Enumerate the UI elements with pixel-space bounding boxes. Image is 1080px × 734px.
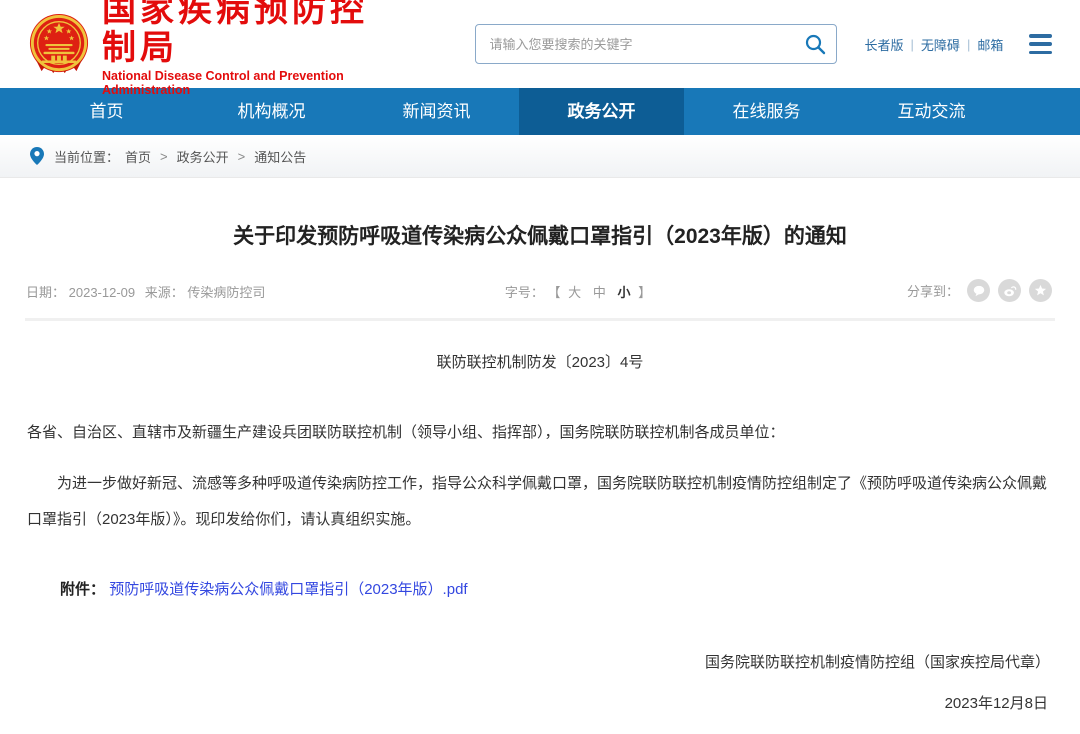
share-label: 分享到： bbox=[907, 281, 959, 300]
site-title: 国家疾病预防控制局 bbox=[102, 0, 391, 67]
body-paragraph: 为进一步做好新冠、流感等多种呼吸道传染病防控工作，指导公众科学佩戴口罩，国务院联… bbox=[0, 466, 1080, 538]
nav-item-gov-disclosure[interactable]: 政务公开 bbox=[519, 88, 684, 135]
date-label: 日期： bbox=[26, 285, 65, 300]
location-pin-icon bbox=[30, 147, 44, 165]
header-quick-links: 长者版 | 无障碍 | 邮箱 bbox=[865, 35, 1004, 54]
font-size-medium[interactable]: 中 bbox=[593, 285, 606, 300]
nav-item-news[interactable]: 新闻资讯 bbox=[354, 88, 519, 135]
weibo-icon bbox=[1003, 284, 1017, 298]
article-content: 关于印发预防呼吸道传染病公众佩戴口罩指引（2023年版）的通知 日期： 2023… bbox=[0, 178, 1080, 734]
search-bar bbox=[475, 24, 837, 64]
site-brand: 国家疾病预防控制局 National Disease Control and P… bbox=[28, 0, 391, 97]
star-icon bbox=[1034, 284, 1047, 297]
breadcrumb-home[interactable]: 首页 bbox=[125, 147, 151, 166]
signature-date: 2023年12月8日 bbox=[0, 692, 1080, 713]
menu-hamburger-icon[interactable] bbox=[1029, 34, 1052, 54]
font-size-label: 字号： bbox=[505, 285, 544, 300]
wechat-icon bbox=[972, 284, 986, 298]
source-label: 来源： bbox=[145, 285, 184, 300]
accessibility-link[interactable]: 无障碍 bbox=[921, 35, 960, 54]
breadcrumb-prefix: 当前位置： bbox=[54, 147, 119, 166]
salutation-paragraph: 各省、自治区、直辖市及新疆生产建设兵团联防联控机制（领导小组、指挥部），国务院联… bbox=[0, 416, 1080, 450]
breadcrumb-separator: > bbox=[238, 149, 246, 164]
attachment-label: 附件： bbox=[60, 581, 105, 598]
date-value: 2023-12-09 bbox=[69, 285, 136, 300]
search-button[interactable] bbox=[801, 31, 829, 59]
bracket-open: 【 bbox=[548, 285, 561, 300]
source-value: 传染病防控司 bbox=[187, 285, 265, 300]
share-weibo-button[interactable] bbox=[998, 279, 1021, 302]
attachment-pdf-link[interactable]: 预防呼吸道传染病公众佩戴口罩指引（2023年版）.pdf bbox=[109, 581, 467, 598]
meta-divider bbox=[25, 318, 1055, 321]
main-nav: 首页 机构概况 新闻资讯 政务公开 在线服务 互动交流 bbox=[0, 88, 1080, 135]
search-icon bbox=[803, 32, 827, 56]
font-size-control: 字号： 【 大 中 小 】 bbox=[505, 282, 651, 301]
font-size-small[interactable]: 小 bbox=[617, 285, 630, 300]
article-date-source: 日期： 2023-12-09 来源： 传染病防控司 bbox=[26, 282, 271, 301]
elder-version-link[interactable]: 长者版 bbox=[865, 35, 904, 54]
share-bar: 分享到： bbox=[907, 279, 1052, 302]
breadcrumb-separator: > bbox=[160, 149, 168, 164]
quick-link-separator: | bbox=[967, 37, 970, 52]
site-header: 国家疾病预防控制局 National Disease Control and P… bbox=[0, 0, 1080, 88]
attachment-row: 附件： 预防呼吸道传染病公众佩戴口罩指引（2023年版）.pdf bbox=[0, 578, 1080, 599]
document-number: 联防联控机制防发〔2023〕4号 bbox=[0, 351, 1080, 372]
signature-line: 国务院联防联控机制疫情防控组（国家疾控局代章） bbox=[0, 651, 1080, 672]
nav-item-home[interactable]: 首页 bbox=[24, 88, 189, 135]
breadcrumb-notices[interactable]: 通知公告 bbox=[254, 147, 306, 166]
nav-item-overview[interactable]: 机构概况 bbox=[189, 88, 354, 135]
search-input[interactable] bbox=[475, 24, 837, 64]
bracket-close: 】 bbox=[638, 285, 651, 300]
font-size-large[interactable]: 大 bbox=[568, 285, 581, 300]
quick-link-separator: | bbox=[911, 37, 914, 52]
article-meta-row: 日期： 2023-12-09 来源： 传染病防控司 字号： 【 大 中 小 】 … bbox=[0, 282, 1080, 304]
nav-item-online-services[interactable]: 在线服务 bbox=[684, 88, 849, 135]
page-title: 关于印发预防呼吸道传染病公众佩戴口罩指引（2023年版）的通知 bbox=[0, 220, 1080, 250]
breadcrumb-gov-disclosure[interactable]: 政务公开 bbox=[177, 147, 229, 166]
share-favorite-button[interactable] bbox=[1029, 279, 1052, 302]
breadcrumb: 当前位置： 首页 > 政务公开 > 通知公告 bbox=[0, 135, 1080, 178]
mailbox-link[interactable]: 邮箱 bbox=[977, 35, 1003, 54]
national-emblem-logo bbox=[28, 13, 90, 75]
nav-item-interaction[interactable]: 互动交流 bbox=[849, 88, 1014, 135]
share-wechat-button[interactable] bbox=[967, 279, 990, 302]
